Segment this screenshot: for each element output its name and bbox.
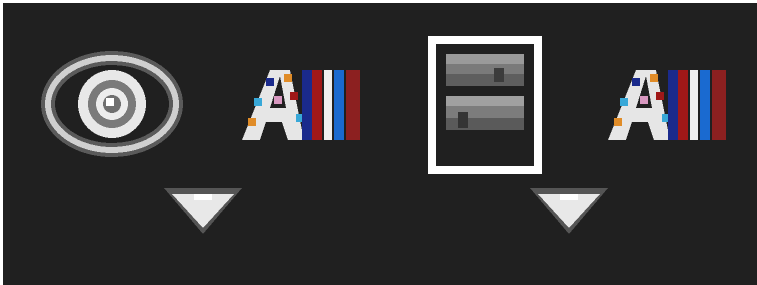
rgb-channels-icon [608,70,726,140]
toolbar [0,0,757,285]
channels-button[interactable] [606,68,730,142]
visibility-toggle-button[interactable] [40,48,184,160]
chevron-down-icon [164,188,242,234]
frame-left-edge [0,0,3,285]
layers-button[interactable] [428,36,542,174]
channels-button[interactable] [240,68,364,142]
dropdown-button[interactable] [530,188,608,234]
rgb-channels-icon [242,70,360,140]
layers-icon [428,36,542,174]
chevron-down-icon [530,188,608,234]
frame-top-edge [0,0,757,3]
eye-icon [41,51,183,157]
dropdown-button[interactable] [164,188,242,234]
